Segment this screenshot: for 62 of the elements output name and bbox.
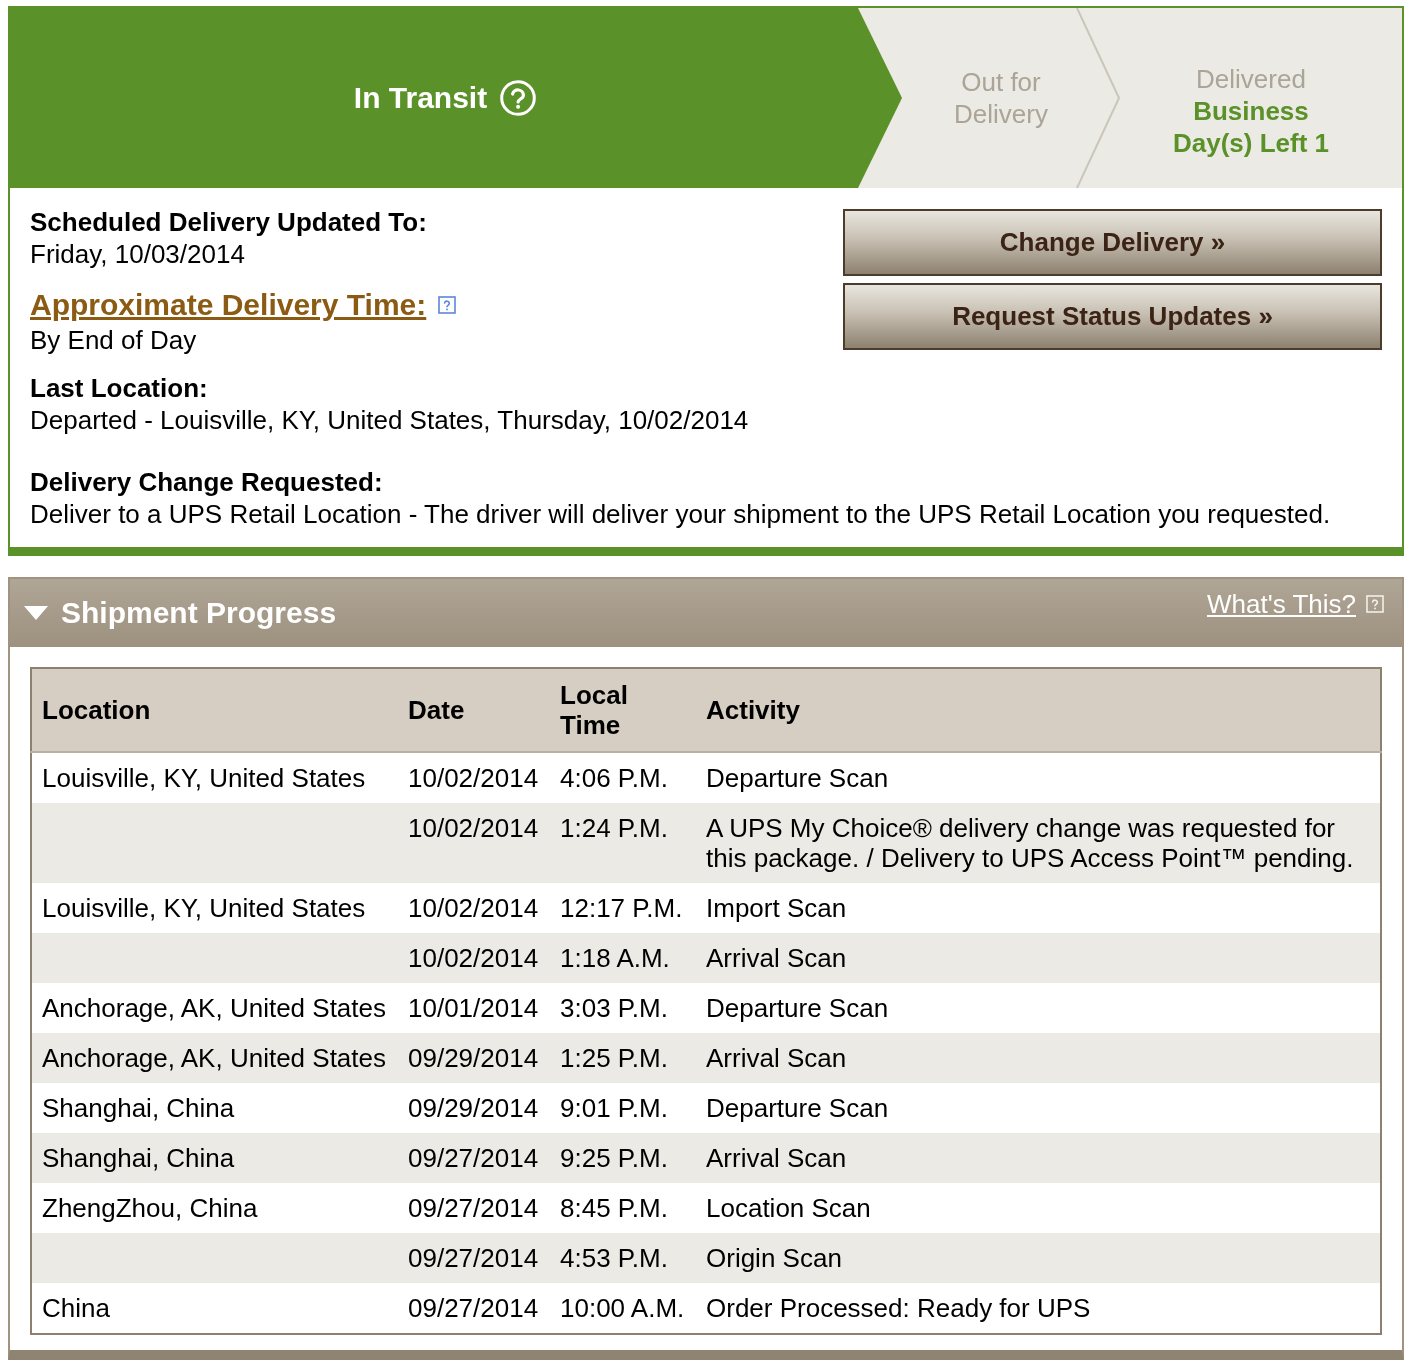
table-cell: 12:17 P.M. <box>550 883 696 933</box>
collapse-caret-icon[interactable] <box>24 606 48 620</box>
table-cell: Import Scan <box>696 883 1381 933</box>
table-cell: A UPS My Choice® delivery change was requested for this package. / Delivery to UPS Access Point™ pending. <box>696 803 1381 883</box>
table-cell: Shanghai, China <box>31 1133 398 1183</box>
action-button[interactable]: Request Status Updates » <box>843 283 1382 350</box>
table-cell: 10/02/2014 <box>398 803 550 883</box>
table-cell: China <box>31 1283 398 1334</box>
table-cell: 1:18 A.M. <box>550 933 696 983</box>
section-title: Shipment Progress <box>61 595 337 631</box>
table-cell: 10/01/2014 <box>398 983 550 1033</box>
help-icon[interactable] <box>438 296 457 314</box>
table-cell: Location Scan <box>696 1183 1381 1233</box>
table-cell: 10/02/2014 <box>398 883 550 933</box>
field-value: By End of Day <box>30 324 198 356</box>
table-cell: 9:25 P.M. <box>550 1133 696 1183</box>
step-note: Business Day(s) Left 1 <box>1171 95 1330 159</box>
table-cell: 09/29/2014 <box>398 1033 550 1083</box>
table-cell: Shanghai, China <box>31 1083 398 1133</box>
table-cell: Origin Scan <box>696 1233 1381 1283</box>
table-cell: Departure Scan <box>696 1083 1381 1133</box>
table-cell: 09/27/2014 <box>398 1233 550 1283</box>
table-cell: 10/02/2014 <box>398 752 550 803</box>
column-header: Local Time <box>550 668 696 752</box>
table-cell: 8:45 P.M. <box>550 1183 696 1233</box>
table-cell: 3:03 P.M. <box>550 983 696 1033</box>
table-cell: Arrival Scan <box>696 1133 1381 1183</box>
field-value: Friday, 10/03/2014 <box>30 238 246 270</box>
step-label: Out for Delivery <box>953 66 1049 130</box>
table-cell: 10:00 A.M. <box>550 1283 696 1334</box>
action-button[interactable]: Change Delivery » <box>843 209 1382 276</box>
table-cell: 09/27/2014 <box>398 1133 550 1183</box>
field-label: Scheduled Delivery Updated To: <box>30 206 428 238</box>
field-value: Departed - Louisville, KY, United States, Thursday, 10/02/2014 <box>30 404 750 436</box>
table-cell: 9:01 P.M. <box>550 1083 696 1133</box>
table-cell: 09/27/2014 <box>398 1283 550 1334</box>
step-label: Delivered <box>1196 63 1306 95</box>
field-label: Delivery Change Requested: <box>30 466 384 498</box>
table-cell: 4:53 P.M. <box>550 1233 696 1283</box>
table-cell: Arrival Scan <box>696 1033 1381 1083</box>
step-label: In Transit <box>353 80 488 116</box>
column-header: Activity <box>696 668 1381 752</box>
table-cell: 4:06 P.M. <box>550 752 696 803</box>
table-cell: Departure Scan <box>696 983 1381 1033</box>
table-cell: ZhengZhou, China <box>31 1183 398 1233</box>
table-cell: 10/02/2014 <box>398 933 550 983</box>
table-cell: Louisville, KY, United States <box>31 883 398 933</box>
column-header: Location <box>31 668 398 752</box>
table-cell: Anchorage, AK, United States <box>31 1033 398 1083</box>
table-cell: Anchorage, AK, United States <box>31 983 398 1033</box>
table-cell: Louisville, KY, United States <box>31 752 398 803</box>
column-header: Date <box>398 668 550 752</box>
approximate-delivery-time-link[interactable]: Approximate Delivery Time: <box>30 286 427 324</box>
field-label: Last Location: <box>30 372 209 404</box>
table-cell: Arrival Scan <box>696 933 1381 983</box>
field-value: Deliver to a UPS Retail Location - The driver will deliver your shipment to the UPS Retail Location you requested. <box>30 498 1332 530</box>
table-cell: 1:25 P.M. <box>550 1033 696 1083</box>
table-cell: Departure Scan <box>696 752 1381 803</box>
table-cell: 09/29/2014 <box>398 1083 550 1133</box>
table-cell: Order Processed: Ready for UPS <box>696 1283 1381 1334</box>
table-cell: 09/27/2014 <box>398 1183 550 1233</box>
table-cell: 1:24 P.M. <box>550 803 696 883</box>
